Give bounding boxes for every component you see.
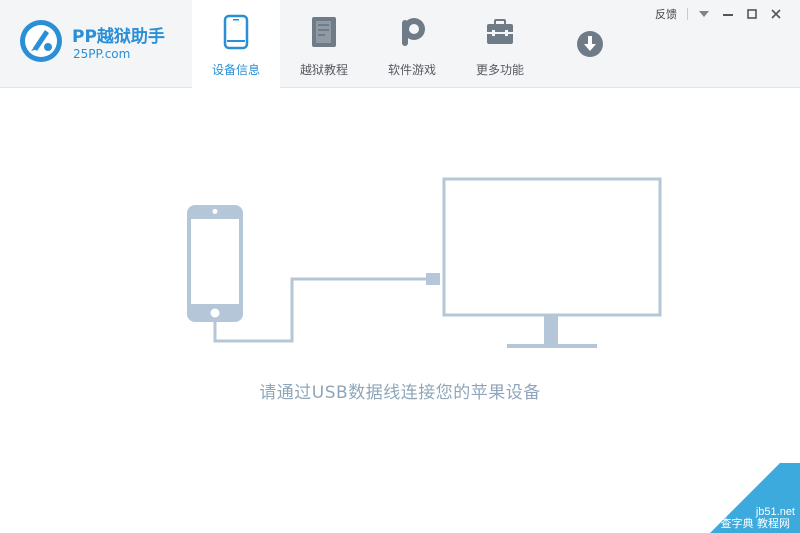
feedback-button[interactable]: 反馈 xyxy=(649,6,683,22)
app-url: 25PP.com xyxy=(73,47,131,61)
divider xyxy=(687,8,688,20)
tab-label: 更多功能 xyxy=(475,63,524,77)
tab-jailbreak-tutorial[interactable]: 越狱教程 xyxy=(280,0,368,88)
maximize-button[interactable] xyxy=(740,5,764,23)
connect-hint-text: 请通过USB数据线连接您的苹果设备 xyxy=(259,383,541,403)
menu-dropdown-button[interactable] xyxy=(692,5,716,23)
connect-device-illustration xyxy=(187,177,662,348)
pp-app-icon xyxy=(402,18,425,46)
svg-text:查字典 教程网: 查字典 教程网 xyxy=(721,516,791,530)
toolbox-icon xyxy=(487,19,513,44)
chevron-down-icon xyxy=(699,11,709,17)
title-bar: PP越狱助手 25PP.com 设备信息 越狱教程 软件游戏 更多功能 反馈 xyxy=(0,0,800,88)
usb-cable xyxy=(213,277,428,343)
close-button[interactable] xyxy=(764,5,788,23)
download-icon[interactable] xyxy=(575,29,605,59)
iphone-illustration-icon xyxy=(187,205,243,322)
svg-text:jb51.net: jb51.net xyxy=(755,506,795,518)
tab-device-info[interactable]: 设备信息 xyxy=(192,0,280,88)
phone-icon xyxy=(223,14,249,50)
tab-more-features[interactable]: 更多功能 xyxy=(456,0,544,88)
maximize-icon xyxy=(747,9,757,19)
window-controls: 反馈 xyxy=(649,4,788,24)
tab-software-games[interactable]: 软件游戏 xyxy=(368,0,456,88)
minimize-button[interactable] xyxy=(716,5,740,23)
app-name: PP越狱助手 xyxy=(72,27,165,47)
tab-label: 设备信息 xyxy=(211,63,260,77)
tab-label: 软件游戏 xyxy=(387,63,436,77)
monitor-illustration-icon xyxy=(442,177,662,348)
book-icon xyxy=(312,17,336,47)
tab-label: 越狱教程 xyxy=(299,63,348,77)
pp-logo-icon xyxy=(20,20,62,62)
usb-plug xyxy=(426,273,440,285)
close-icon xyxy=(771,9,781,19)
minimize-icon xyxy=(723,14,733,16)
watermark-stamp: jb51.net 查字典 教程网 xyxy=(710,463,800,533)
